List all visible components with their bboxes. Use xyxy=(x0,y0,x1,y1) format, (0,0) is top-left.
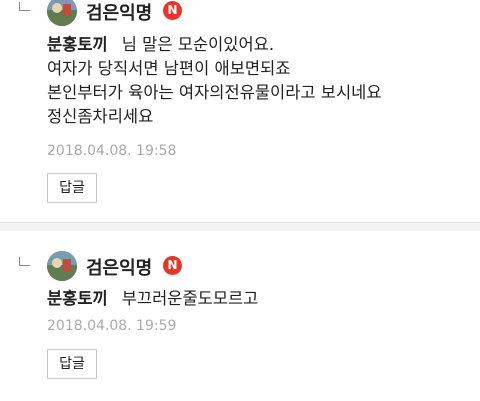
author-nickname[interactable]: 검은익명 xyxy=(86,0,152,25)
comment-line-text: 님 말은 모순이있어요. xyxy=(121,35,275,54)
mention-tag[interactable]: 분홍토끼 xyxy=(47,35,108,54)
author-nickname[interactable]: 검은익명 xyxy=(86,254,152,280)
comment-line: 여자가 당직서면 남편이 애보면되죠 xyxy=(47,59,291,78)
comment-date: 2018.04.08. 19:58 xyxy=(47,143,177,159)
comment-line: 분홍토끼 부끄러운줄도모르고 xyxy=(47,287,258,311)
comment-text: 분홍토끼 부끄러운줄도모르고 xyxy=(47,287,258,311)
comment-text: 분홍토끼 님 말은 모순이있어요. 여자가 당직서면 남편이 애보면되죠 본인부터… xyxy=(47,33,382,129)
comment-line-text: 부끄러운줄도모르고 xyxy=(121,289,259,308)
comment-line: 본인부터가 육아는 여자의전유물이라고 보시네요 xyxy=(47,83,382,102)
avatar[interactable] xyxy=(47,251,77,281)
mention-tag[interactable]: 분홍토끼 xyxy=(47,289,108,308)
avatar[interactable] xyxy=(47,0,77,26)
comment-date: 2018.04.08. 19:59 xyxy=(47,318,177,334)
comment-line: 정신좀차리세요 xyxy=(47,107,154,126)
reply-button[interactable]: 답글 xyxy=(47,173,97,203)
new-badge-icon: N xyxy=(163,1,182,20)
reply-indent-icon xyxy=(19,257,30,266)
new-badge-icon: N xyxy=(163,256,182,275)
comment-line: 분홍토끼 님 말은 모순이있어요. xyxy=(47,33,382,57)
reply-button[interactable]: 답글 xyxy=(47,349,97,379)
comment-divider xyxy=(0,222,480,231)
reply-indent-icon xyxy=(19,2,30,11)
